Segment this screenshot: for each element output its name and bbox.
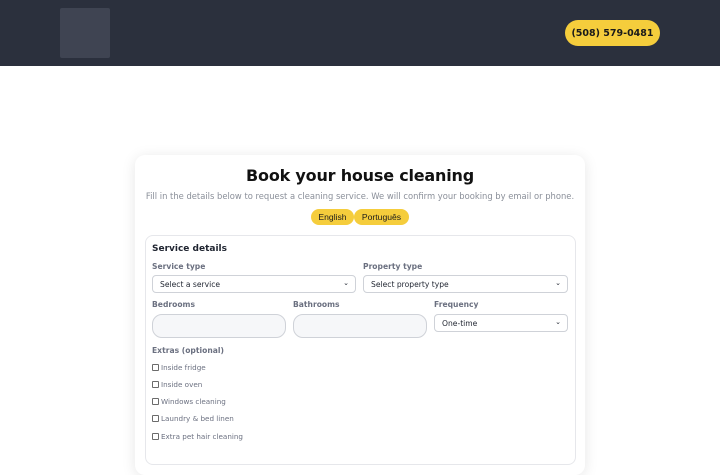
checkbox[interactable] [152, 398, 159, 405]
extra-label: Extra pet hair cleaning [161, 432, 243, 441]
property-type-select[interactable]: Select property type ⌄ [363, 275, 568, 293]
extra-windows-cleaning[interactable]: Windows cleaning [152, 397, 226, 406]
bathrooms-label: Bathrooms [293, 300, 340, 309]
chevron-down-icon: ⌄ [343, 279, 349, 287]
extra-label: Inside oven [161, 380, 203, 389]
service-type-label: Service type [152, 262, 206, 271]
extra-label: Windows cleaning [161, 397, 226, 406]
service-type-value: Select a service [160, 279, 221, 289]
language-portuguese-button[interactable]: Português [354, 209, 409, 225]
extra-inside-oven[interactable]: Inside oven [152, 380, 202, 389]
chevron-down-icon: ⌄ [555, 318, 561, 326]
page-subtitle: Fill in the details below to request a c… [145, 191, 575, 201]
frequency-value: One-time [442, 318, 478, 328]
extra-inside-fridge[interactable]: Inside fridge [152, 363, 206, 372]
extra-label: Inside fridge [161, 363, 206, 372]
site-header: (508) 579-0481 [0, 0, 720, 66]
frequency-label: Frequency [434, 300, 479, 309]
extras-label: Extras (optional) [152, 346, 224, 355]
section-heading: Service details [152, 244, 227, 254]
extra-pet-hair-cleaning[interactable]: Extra pet hair cleaning [152, 432, 243, 441]
property-type-value: Select property type [371, 279, 449, 289]
extra-laundry-bed-linen[interactable]: Laundry & bed linen [152, 414, 234, 423]
bedrooms-input[interactable] [152, 314, 286, 338]
bathrooms-input[interactable] [293, 314, 427, 338]
frequency-select[interactable]: One-time ⌄ [434, 314, 568, 332]
chevron-down-icon: ⌄ [555, 279, 561, 287]
checkbox[interactable] [152, 381, 159, 388]
property-type-label: Property type [363, 262, 423, 271]
logo-placeholder[interactable] [60, 8, 110, 58]
bedrooms-label: Bedrooms [152, 300, 195, 309]
language-english-button[interactable]: English [311, 209, 354, 225]
checkbox[interactable] [152, 415, 159, 422]
extra-label: Laundry & bed linen [161, 414, 234, 423]
checkbox[interactable] [152, 433, 159, 440]
service-type-select[interactable]: Select a service ⌄ [152, 275, 356, 293]
page-title: Book your house cleaning [246, 166, 474, 185]
checkbox[interactable] [152, 364, 159, 371]
phone-call-button[interactable]: (508) 579-0481 [565, 20, 660, 46]
